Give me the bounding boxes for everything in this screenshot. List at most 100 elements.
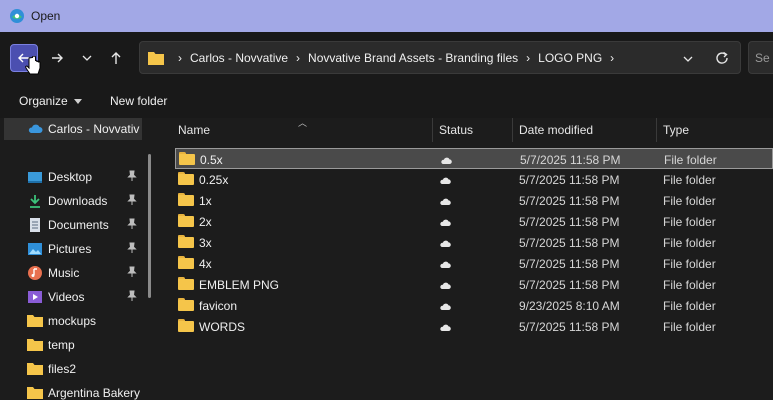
file-name: WORDS xyxy=(199,320,245,334)
folder-icon xyxy=(178,256,194,269)
sidebar-item-argentina-bakery[interactable]: Argentina Bakery xyxy=(0,382,150,400)
file-type: File folder xyxy=(663,278,716,292)
title-bar: Open xyxy=(0,0,773,32)
file-date-modified: 5/7/2025 11:58 PM xyxy=(520,153,621,167)
folder-icon xyxy=(178,214,194,227)
sidebar-item-label: temp xyxy=(48,338,75,352)
pictures-icon xyxy=(28,243,42,255)
file-date-modified: 5/7/2025 11:58 PM xyxy=(519,257,620,271)
chevron-right-icon[interactable]: › xyxy=(526,51,530,65)
file-row[interactable]: 3x 5/7/2025 11:58 PM File folder xyxy=(175,232,773,253)
cloud-icon xyxy=(439,279,451,293)
folder-icon xyxy=(178,277,194,290)
recent-locations-button[interactable] xyxy=(73,44,101,72)
column-header-status[interactable]: Status xyxy=(439,118,509,142)
sidebar-item-pictures[interactable]: Pictures xyxy=(0,238,150,260)
navigation-pane: Carlos - Novvativ Desktop Downloads Docu… xyxy=(0,118,160,400)
documents-icon xyxy=(30,218,40,232)
file-row[interactable]: 2x 5/7/2025 11:58 PM File folder xyxy=(175,211,773,232)
app-icon xyxy=(10,9,24,23)
file-date-modified: 5/7/2025 11:58 PM xyxy=(519,215,620,229)
file-type: File folder xyxy=(663,173,716,187)
forward-button[interactable] xyxy=(43,44,71,72)
folder-icon xyxy=(178,235,194,248)
column-label: Name xyxy=(178,123,211,137)
column-divider[interactable] xyxy=(656,118,657,142)
pin-icon xyxy=(127,194,137,205)
folder-icon xyxy=(179,152,195,165)
file-row[interactable]: 4x 5/7/2025 11:58 PM File folder xyxy=(175,253,773,274)
file-name: 3x xyxy=(199,236,212,250)
chevron-right-icon[interactable]: › xyxy=(610,51,614,65)
file-name: EMBLEM PNG xyxy=(199,278,280,292)
chevron-down-icon xyxy=(82,55,92,61)
sidebar-item-downloads[interactable]: Downloads xyxy=(0,190,150,212)
column-header-type[interactable]: Type xyxy=(663,118,763,142)
cloud-icon xyxy=(28,124,43,133)
address-bar[interactable]: › Carlos - Novvative › Novvative Brand A… xyxy=(139,41,741,74)
sidebar-item-temp[interactable]: temp xyxy=(0,334,150,356)
breadcrumb: › Carlos - Novvative › Novvative Brand A… xyxy=(170,51,622,65)
file-name: 0.5x xyxy=(200,153,223,167)
column-header-name[interactable]: Name xyxy=(178,118,428,142)
cloud-icon xyxy=(439,174,451,188)
pin-icon xyxy=(127,290,137,301)
folder-icon xyxy=(148,52,164,65)
file-type: File folder xyxy=(663,257,716,271)
breadcrumb-item-logo-png[interactable]: LOGO PNG xyxy=(538,51,602,65)
folder-icon xyxy=(27,363,43,375)
file-row[interactable]: 0.5x 5/7/2025 11:58 PM File folder xyxy=(175,148,773,169)
sidebar-item-mockups[interactable]: mockups xyxy=(0,310,150,332)
column-divider[interactable] xyxy=(432,118,433,142)
sidebar-item-label: mockups xyxy=(48,314,97,328)
column-divider[interactable] xyxy=(512,118,513,142)
chevron-right-icon[interactable]: › xyxy=(296,51,300,65)
up-button[interactable] xyxy=(102,44,130,72)
address-dropdown-icon[interactable] xyxy=(682,53,694,65)
file-type: File folder xyxy=(663,320,716,334)
file-type: File folder xyxy=(663,299,716,313)
new-folder-button[interactable]: New folder xyxy=(110,94,167,108)
arrow-right-icon xyxy=(52,53,63,63)
arrow-up-icon xyxy=(111,52,121,64)
pin-icon xyxy=(127,218,137,229)
file-type: File folder xyxy=(663,236,716,250)
sidebar-item-desktop[interactable]: Desktop xyxy=(0,166,150,188)
sidebar-item-files2[interactable]: files2 xyxy=(0,358,150,380)
refresh-icon[interactable] xyxy=(714,50,730,66)
folder-icon xyxy=(27,339,43,351)
column-label: Type xyxy=(663,123,690,137)
sidebar-item-videos[interactable]: Videos xyxy=(0,286,150,308)
sidebar-item-music[interactable]: Music xyxy=(0,262,150,284)
folder-icon xyxy=(178,193,194,206)
file-name: 2x xyxy=(199,215,212,229)
cloud-icon xyxy=(439,321,451,335)
column-header-date-modified[interactable]: Date modified xyxy=(519,118,649,142)
window-title: Open xyxy=(31,9,61,23)
hand-cursor-icon xyxy=(25,56,41,75)
organize-button[interactable]: Organize xyxy=(19,94,82,108)
download-icon xyxy=(30,195,40,208)
file-row[interactable]: 0.25x 5/7/2025 11:58 PM File folder xyxy=(175,169,773,190)
file-row[interactable]: 1x 5/7/2025 11:58 PM File folder xyxy=(175,190,773,211)
pin-icon xyxy=(127,266,137,277)
file-row[interactable]: favicon 9/23/2025 8:10 AM File folder xyxy=(175,295,773,316)
breadcrumb-item-carlos[interactable]: Carlos - Novvative xyxy=(190,51,288,65)
cloud-icon xyxy=(440,154,452,168)
folder-icon xyxy=(178,319,194,332)
sidebar-item-onedrive[interactable]: Carlos - Novvativ xyxy=(4,118,142,140)
sidebar-scrollbar[interactable] xyxy=(148,154,151,298)
sidebar-item-documents[interactable]: Documents xyxy=(0,214,150,236)
file-date-modified: 5/7/2025 11:58 PM xyxy=(519,173,620,187)
search-placeholder: Se xyxy=(755,51,770,65)
folder-icon xyxy=(27,387,43,399)
file-type: File folder xyxy=(663,215,716,229)
command-bar: Organize New folder xyxy=(0,84,773,118)
breadcrumb-item-brand-assets[interactable]: Novvative Brand Assets - Branding files xyxy=(308,51,518,65)
file-row[interactable]: WORDS 5/7/2025 11:58 PM File folder xyxy=(175,316,773,337)
file-list: ︿ Name Status Date modified Type 0.5x 5/7… xyxy=(160,118,773,400)
cloud-icon xyxy=(439,195,451,209)
search-input[interactable]: Se xyxy=(748,41,773,74)
file-row[interactable]: EMBLEM PNG 5/7/2025 11:58 PM File folder xyxy=(175,274,773,295)
folder-icon xyxy=(178,172,194,185)
